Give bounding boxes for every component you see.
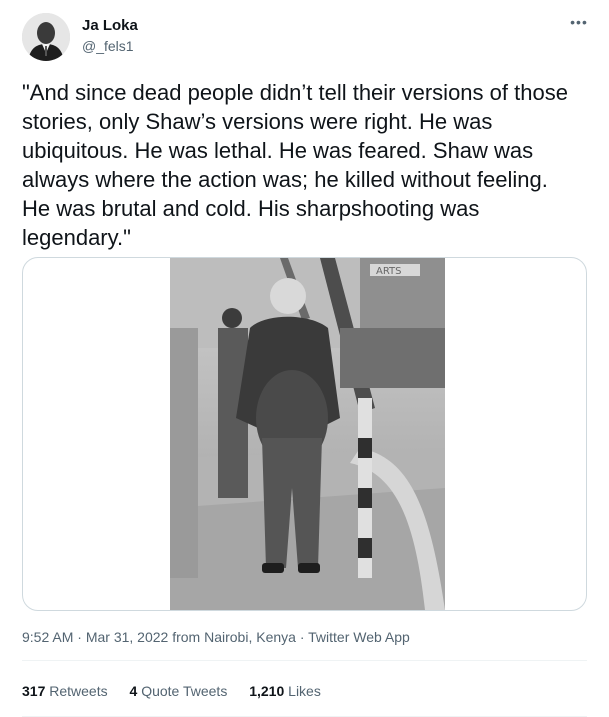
- retweets-count: 317: [22, 683, 46, 699]
- quote-tweets-label: Quote Tweets: [141, 683, 228, 699]
- quote-tweets-stat[interactable]: 4 Quote Tweets: [130, 683, 228, 699]
- tweet-container: Ja Loka @_fels1 ••• "And since dead peop…: [0, 0, 609, 717]
- photo-image: ARTS: [170, 258, 445, 610]
- media-card[interactable]: ARTS: [22, 257, 587, 611]
- avatar[interactable]: [22, 13, 70, 61]
- tweet-stats: 317 Retweets 4 Quote Tweets 1,210 Likes: [22, 683, 339, 699]
- tweet-meta: 9:52 AM · Mar 31, 2022 from Nairobi, Ken…: [22, 629, 410, 645]
- more-options-icon[interactable]: •••: [567, 12, 591, 32]
- quote-tweets-count: 4: [129, 683, 138, 699]
- likes-label: Likes: [288, 683, 321, 699]
- author-name[interactable]: Ja Loka: [82, 17, 138, 34]
- divider: [22, 660, 587, 661]
- retweets-label: Retweets: [49, 683, 108, 699]
- tweet-photo[interactable]: ARTS: [170, 258, 445, 610]
- tweet-time[interactable]: 9:52 AM: [22, 629, 73, 645]
- tweet-date-location[interactable]: Mar 31, 2022 from Nairobi, Kenya: [86, 629, 296, 645]
- likes-count: 1,210: [249, 683, 285, 699]
- author-handle[interactable]: @_fels1: [82, 38, 134, 54]
- photo-sign-text: ARTS: [376, 266, 402, 277]
- tweet-text: "And since dead people didn’t tell their…: [22, 80, 575, 250]
- meta-separator: ·: [299, 629, 305, 645]
- tweet-source-app[interactable]: Twitter Web App: [308, 629, 410, 645]
- retweets-stat[interactable]: 317 Retweets: [22, 683, 108, 699]
- avatar-image: [22, 13, 70, 61]
- meta-separator: ·: [77, 629, 82, 645]
- likes-stat[interactable]: 1,210 Likes: [249, 683, 321, 699]
